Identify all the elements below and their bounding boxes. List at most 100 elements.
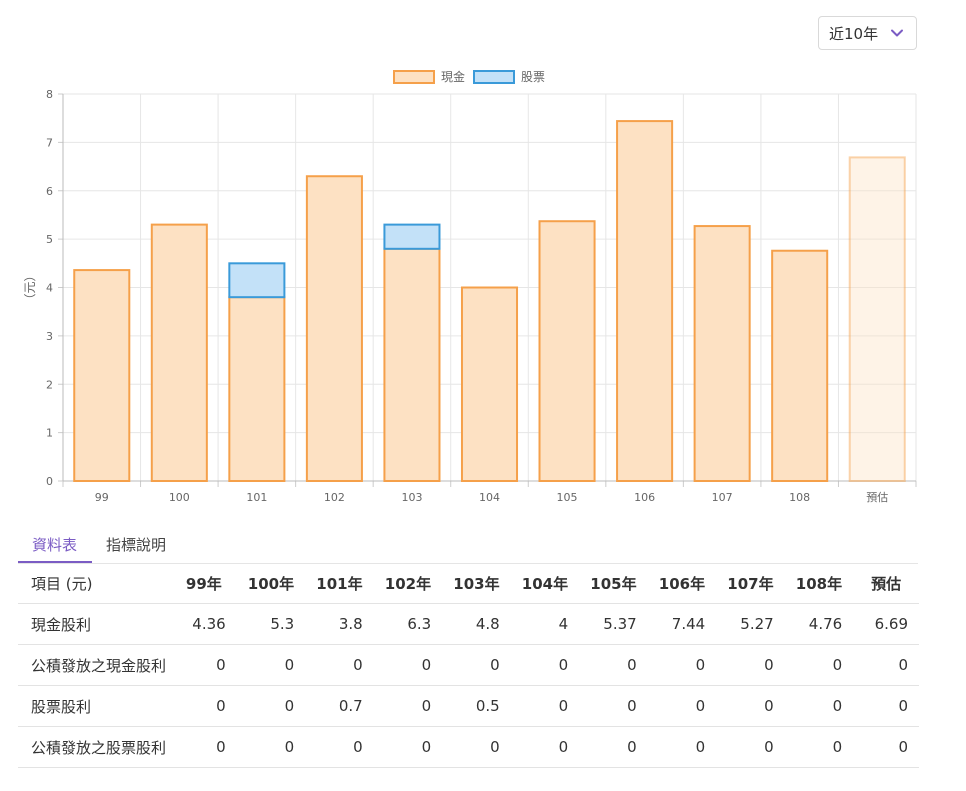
bar: [848, 156, 906, 482]
row-label: 公積發放之股票股利: [18, 726, 171, 768]
table-cell: 0: [579, 685, 648, 727]
bar: [228, 296, 286, 482]
table-header-cell: 102年: [373, 563, 443, 604]
table-header-cell: 105年: [579, 563, 648, 604]
y-axis-title: （元）: [23, 269, 37, 305]
x-tick-label: 預估: [866, 491, 888, 504]
table-cell: 0: [716, 726, 785, 768]
x-tick-label: 105: [557, 491, 578, 504]
table-cell: 0: [784, 726, 854, 768]
table-cell: 0: [647, 644, 717, 686]
table-cell: 6.69: [853, 603, 919, 645]
table-cell: 0: [853, 726, 919, 768]
x-tick-label: 104: [479, 491, 500, 504]
y-tick-label: 1: [46, 427, 53, 440]
y-tick-label: 8: [46, 88, 53, 101]
x-tick-label: 102: [324, 491, 345, 504]
legend-swatch: [393, 70, 435, 84]
y-tick-label: 0: [46, 475, 53, 488]
dividend-table: 項目 (元) 99年 100年 101年 102年 103年 104年 105年…: [18, 563, 919, 768]
bar: [383, 247, 441, 482]
table-row: 現金股利 4.36 5.3 3.8 6.3 4.8 4 5.37 7.44 5.…: [18, 603, 919, 645]
table-cell: 0: [373, 685, 443, 727]
table-cell: 0: [236, 726, 306, 768]
table-header-cell: 項目 (元): [18, 563, 171, 604]
y-tick-label: 6: [46, 185, 53, 198]
x-tick-label: 107: [712, 491, 733, 504]
table-cell: 0: [305, 726, 374, 768]
bar: [228, 262, 286, 299]
table-cell: 0: [171, 726, 237, 768]
y-tick-label: 7: [46, 136, 53, 149]
table-cell: 0: [716, 644, 785, 686]
table-header-cell: 103年: [442, 563, 511, 604]
table-cell: 0: [716, 685, 785, 727]
table-cell: 0.7: [305, 685, 374, 727]
table-cell: 0: [305, 644, 374, 686]
table-cell: 0: [171, 685, 237, 727]
y-tick-label: 2: [46, 378, 53, 391]
table-cell: 0: [171, 644, 237, 686]
legend-label: 現金: [441, 69, 465, 84]
table-cell: 0: [236, 644, 306, 686]
x-tick-label: 103: [401, 491, 422, 504]
tab-indicator-notes[interactable]: 指標說明: [106, 534, 166, 555]
range-dropdown-label: 近10年: [829, 24, 879, 43]
row-label: 公積發放之現金股利: [18, 644, 171, 686]
bar: [538, 220, 596, 482]
bar: [460, 286, 519, 482]
table-cell: 0: [236, 685, 306, 727]
legend-label: 股票: [521, 70, 545, 84]
bar: [150, 223, 208, 483]
table-header-cell: 108年: [784, 563, 854, 604]
y-tick-label: 4: [46, 282, 53, 295]
table-cell: 0: [853, 644, 919, 686]
table-cell: 0: [373, 726, 443, 768]
table-cell: 0: [442, 644, 511, 686]
chevron-down-icon: [891, 29, 903, 37]
x-tick-label: 108: [789, 491, 810, 504]
table-cell: 0: [647, 726, 717, 768]
dividend-bar-chart: 0 1 2 3 4 5 6 7 8 （元） 99 100 101 102 103 104 105 106 107 10…: [23, 69, 917, 504]
table-header-cell: 104年: [510, 563, 580, 604]
table-cell: 0: [442, 726, 511, 768]
table-header-cell: 106年: [647, 563, 717, 604]
row-label: 股票股利: [18, 685, 171, 727]
bar: [771, 249, 829, 482]
table-row: 公積發放之現金股利 0 0 0 0 0 0 0 0 0 0 0: [18, 644, 919, 686]
table-cell: 5.37: [579, 603, 648, 645]
x-tick-label: 99: [95, 491, 109, 504]
table-cell: 0: [579, 644, 648, 686]
x-tick-label: 100: [169, 491, 190, 504]
table-cell: 0: [853, 685, 919, 727]
y-tick-label: 5: [46, 233, 53, 246]
table-header-row: 項目 (元) 99年 100年 101年 102年 103年 104年 105年…: [18, 563, 919, 604]
tab-data-table[interactable]: 資料表: [32, 534, 77, 555]
table-cell: 6.3: [373, 603, 443, 645]
legend-swatch: [473, 70, 515, 84]
table-cell: 0.5: [442, 685, 511, 727]
table-header-cell: 99年: [171, 563, 237, 604]
bar: [73, 269, 131, 482]
table-cell: 7.44: [647, 603, 717, 645]
table-cell: 5.3: [236, 603, 306, 645]
table-cell: 4: [510, 603, 580, 645]
table-cell: 0: [373, 644, 443, 686]
bar: [616, 120, 674, 483]
range-dropdown[interactable]: 近10年: [818, 16, 917, 50]
row-label: 現金股利: [18, 603, 171, 645]
table-cell: 0: [510, 644, 580, 686]
table-cell: 4.36: [171, 603, 237, 645]
table-cell: 0: [784, 685, 854, 727]
x-tick-label: 106: [634, 491, 655, 504]
table-cell: 0: [647, 685, 717, 727]
tab-bar: 資料表 指標說明: [18, 528, 918, 564]
table-cell: 4.76: [784, 603, 854, 645]
bar: [693, 225, 751, 482]
table-row: 公積發放之股票股利 0 0 0 0 0 0 0 0 0 0 0: [18, 726, 919, 768]
table-cell: 4.8: [442, 603, 511, 645]
table-cell: 0: [579, 726, 648, 768]
table-header-cell: 107年: [716, 563, 785, 604]
table-cell: 5.27: [716, 603, 785, 645]
bar: [305, 175, 363, 483]
